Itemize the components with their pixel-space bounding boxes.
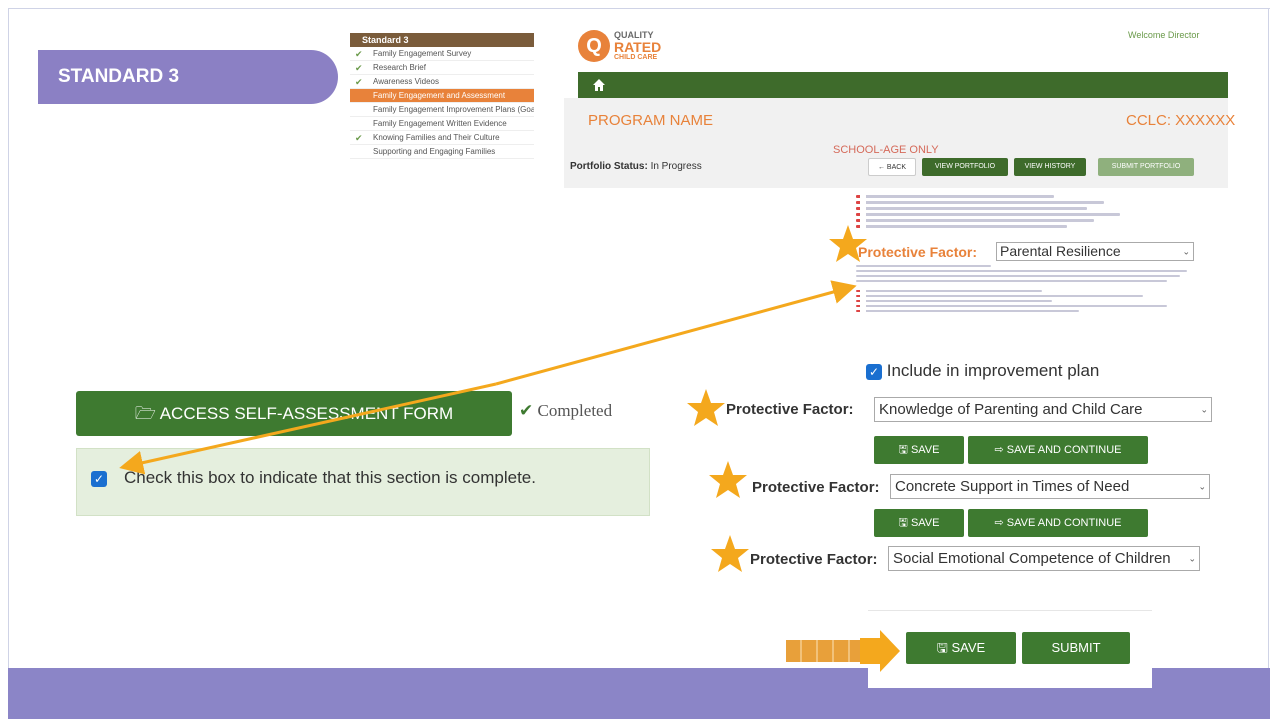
check-icon: ✔ <box>355 49 363 59</box>
quality-rated-logo: Q QUALITY RATED CHILD CARE <box>578 28 678 64</box>
protective-factor-select[interactable]: Concrete Support in Times of Need ⌄ <box>890 474 1210 499</box>
folder-open-icon: 🗁 <box>134 404 156 423</box>
standard-sidebar: Standard 3 ✔ Family Engagement Survey ✔ Re… <box>350 33 534 193</box>
save-continue-button[interactable]: ⇨ SAVE AND CONTINUE <box>968 509 1148 537</box>
chevron-down-icon: ⌄ <box>1198 481 1206 491</box>
frame-border <box>8 8 1270 9</box>
slide: STANDARD 3 Standard 3 ✔ Family Engagement… <box>0 0 1278 719</box>
protective-factor-label: Protective Factor: <box>726 401 854 418</box>
chevron-down-icon: ⌄ <box>1188 553 1196 563</box>
save-continue-button[interactable]: ⇨ SAVE AND CONTINUE <box>968 436 1148 464</box>
sidebar-item[interactable]: ✔ Research Brief <box>350 61 534 75</box>
check-icon: ✔ <box>355 63 363 73</box>
factor-description <box>856 262 1194 348</box>
check-icon: ✔ <box>355 77 363 87</box>
chevron-down-icon: ⌄ <box>1200 404 1208 414</box>
frame-border <box>8 8 9 668</box>
sidebar-item-active[interactable]: Family Engagement and Assessment <box>350 89 534 103</box>
protective-factor-select[interactable]: Social Emotional Competence of Children ⌄ <box>888 546 1200 571</box>
submit-button[interactable]: SUBMIT <box>1022 632 1130 664</box>
logo-mark: Q <box>578 30 610 62</box>
completed-status: ✔ Completed <box>519 401 613 420</box>
protective-factor-select[interactable]: Parental Resilience ⌄ <box>996 242 1194 261</box>
bottom-save-button[interactable]: 🖫 SAVE <box>906 632 1016 664</box>
nav-bar <box>578 72 1228 98</box>
checkbox-checked[interactable]: ✓ <box>866 363 882 380</box>
submit-portfolio-button[interactable]: SUBMIT PORTFOLIO <box>1098 158 1194 176</box>
sidebar-item[interactable]: ✔ Family Engagement Survey <box>350 47 534 61</box>
access-self-assessment-button[interactable]: 🗁 ACCESS SELF-ASSESSMENT FORM <box>76 391 512 436</box>
chevron-down-icon: ⌄ <box>1182 246 1190 256</box>
check-icon: ✔ <box>519 401 534 420</box>
standard-banner: STANDARD 3 <box>38 50 338 104</box>
include-in-plan[interactable]: ✓ Include in improvement plan <box>866 361 1099 381</box>
protective-factor-select[interactable]: Knowledge of Parenting and Child Care ⌄ <box>874 397 1212 422</box>
protective-factor-label: Protective Factor: <box>858 244 978 260</box>
star-icon <box>687 389 725 426</box>
star-icon <box>829 225 867 262</box>
view-portfolio-button[interactable]: VIEW PORTFOLIO <box>922 158 1008 176</box>
frame-border <box>1268 8 1269 668</box>
cclc-number: CCLC: XXXXXX <box>1126 112 1236 129</box>
sidebar-item[interactable]: Family Engagement Written Evidence <box>350 117 534 131</box>
sidebar-item[interactable]: Family Engagement Improvement Plans (Goa… <box>350 103 534 117</box>
star-icon <box>711 535 749 572</box>
protective-factor-label: Protective Factor: <box>750 551 878 568</box>
sidebar-header: Standard 3 <box>350 33 534 47</box>
sidebar-item[interactable]: ✔ Awareness Videos <box>350 75 534 89</box>
sidebar-item[interactable]: ✔ Knowing Families and Their Culture <box>350 131 534 145</box>
view-history-button[interactable]: VIEW HISTORY <box>1014 158 1086 176</box>
school-age-label: SCHOOL-AGE ONLY <box>833 144 939 156</box>
home-icon[interactable] <box>592 78 606 92</box>
welcome-text: Welcome Director <box>1128 30 1200 40</box>
program-name: PROGRAM NAME <box>588 112 714 129</box>
arrow-to-factor <box>495 280 857 386</box>
section-complete-box: ✓ Check this box to indicate that this s… <box>76 448 650 516</box>
portfolio-status: Portfolio Status: In Progress <box>570 161 702 172</box>
sidebar-item[interactable]: Supporting and Engaging Families <box>350 145 534 159</box>
section-complete-checkbox[interactable]: ✓ <box>91 471 107 487</box>
check-icon: ✔ <box>355 133 363 143</box>
back-button[interactable]: ← BACK <box>868 158 916 176</box>
instructions-text <box>856 192 1186 238</box>
save-button[interactable]: 🖫 SAVE <box>874 509 964 537</box>
save-button[interactable]: 🖫 SAVE <box>874 436 964 464</box>
protective-factor-label: Protective Factor: <box>752 479 880 496</box>
star-icon <box>709 461 747 498</box>
arrow-bar <box>786 640 864 662</box>
